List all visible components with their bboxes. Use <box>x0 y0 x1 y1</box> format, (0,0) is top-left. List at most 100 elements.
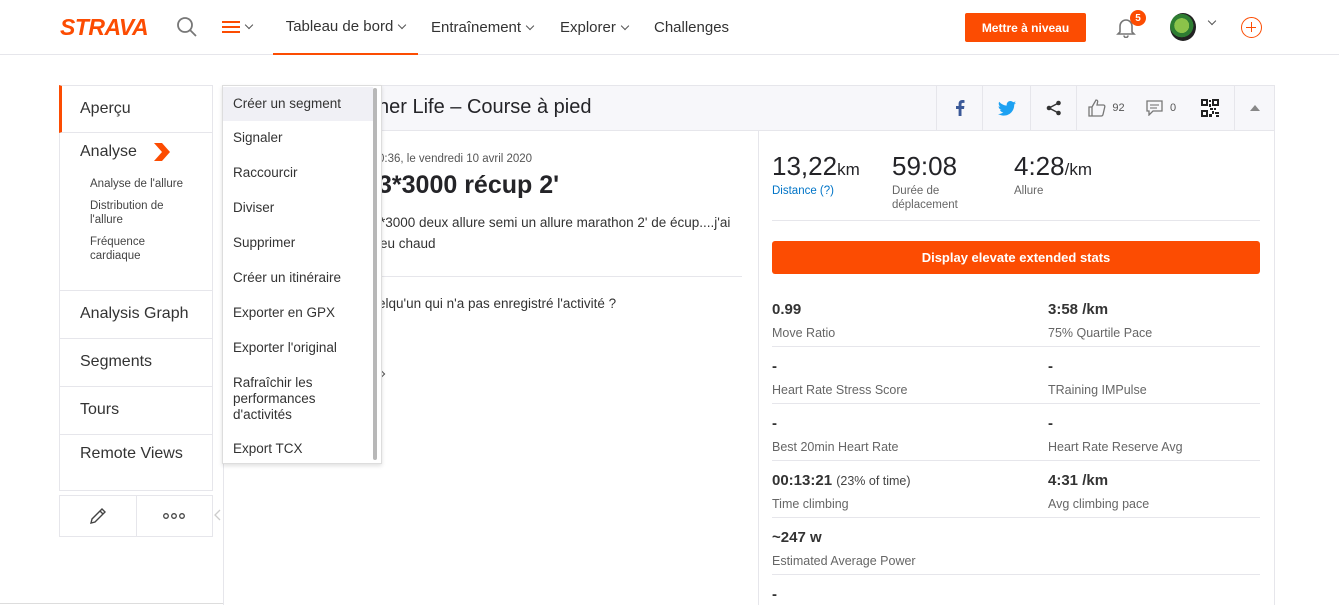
facebook-share-button[interactable] <box>936 86 982 130</box>
pace-value: 4:28 <box>1014 151 1065 181</box>
share-button[interactable] <box>1030 86 1076 130</box>
elevate-extended-stats-button[interactable]: Display elevate extended stats <box>772 241 1260 274</box>
chevron-down-icon <box>525 21 535 30</box>
ext-stats-row: - Heart Rate Stress Score - TRaining IMPul… <box>772 347 1260 404</box>
menu-item-export-tcx[interactable]: Export TCX <box>223 441 373 457</box>
chevron-down-icon <box>244 20 254 30</box>
chevron-down-icon[interactable] <box>1207 16 1217 26</box>
sidebar-item-remote-views[interactable]: Remote Views <box>59 435 213 491</box>
stat-distance: 13,22km Distance (?) <box>772 151 860 198</box>
climbing-pace-label: Avg climbing pace <box>1048 497 1150 511</box>
ext-stats-row: 00:13:21 (23% of time) Time climbing 4:31… <box>772 461 1260 518</box>
hamburger-icon <box>222 20 240 34</box>
nav-dashboard-label: Tableau de bord <box>285 18 394 35</box>
nav-training-label: Entraînement <box>431 19 522 36</box>
chevron-left-icon[interactable] <box>213 509 221 521</box>
best-20min-hr-value: - <box>772 415 777 432</box>
menu-item-export-original[interactable]: Exporter l'original <box>223 340 373 356</box>
menu-item-create-segment[interactable]: Créer un segment <box>223 87 373 121</box>
activity-name: 3*3000 récup 2' <box>378 171 560 199</box>
ext-stats-row: ~247 w Estimated Average Power <box>772 518 1260 575</box>
facebook-icon <box>955 100 964 116</box>
divider <box>772 220 1260 221</box>
chevron-right-icon <box>154 143 170 161</box>
move-ratio-label: Move Ratio <box>772 326 836 340</box>
upgrade-button[interactable]: Mettre à niveau <box>965 13 1086 42</box>
trimp-label: TRaining IMPulse <box>1048 383 1147 397</box>
sidebar-sub-heart-rate[interactable]: Fréquence cardiaque <box>90 235 190 263</box>
search-icon[interactable] <box>176 16 198 38</box>
add-plus-icon[interactable] <box>1241 17 1262 38</box>
twitter-share-button[interactable] <box>982 86 1030 130</box>
more-dots-icon <box>163 513 186 519</box>
sidebar-analysis-label: Analyse <box>80 143 137 160</box>
moving-time-label: Durée de déplacement <box>892 185 958 211</box>
sidebar-sub-pace-analysis[interactable]: Analyse de l'allure <box>90 177 192 191</box>
thumbs-up-icon <box>1088 99 1106 117</box>
activity-note: elqu'un qui n'a pas enregistré l'activit… <box>378 296 617 311</box>
ext-tail-value: - <box>772 586 777 603</box>
edit-button[interactable] <box>60 496 137 536</box>
sidebar-item-tours[interactable]: Tours <box>59 387 213 435</box>
actions-dropdown-menu: Créer un segment Signaler Raccourcir Div… <box>222 85 382 464</box>
quartile-pace-value: 3:58 /km <box>1048 301 1109 318</box>
activity-date: 0:36, le vendredi 10 avril 2020 <box>378 153 533 165</box>
chevron-down-icon <box>398 20 407 29</box>
qr-code-icon <box>1201 99 1219 117</box>
qr-code-button[interactable] <box>1186 86 1234 130</box>
comment-icon <box>1146 100 1163 116</box>
comments-count: 0 <box>1169 102 1177 114</box>
pace-label: Allure <box>1014 185 1044 197</box>
hr-reserve-label: Heart Rate Reserve Avg <box>1048 440 1183 454</box>
menu-item-split[interactable]: Diviser <box>223 200 373 216</box>
menu-item-create-route[interactable]: Créer un itinéraire <box>223 270 373 286</box>
climbing-pace-value: 4:31 /km <box>1048 472 1109 489</box>
hrss-label: Heart Rate Stress Score <box>772 383 908 397</box>
kudos-count: 92 <box>1112 102 1125 114</box>
sidebar-item-segments[interactable]: Segments <box>59 339 213 387</box>
divider <box>378 276 742 277</box>
distance-value: 13,22 <box>772 151 838 181</box>
more-actions-button[interactable] <box>137 496 213 536</box>
nav-dashboard[interactable]: Tableau de bord <box>273 0 418 55</box>
nav-explore[interactable]: Explorer <box>560 0 630 55</box>
time-climbing-percent: (23% of time) <box>836 474 911 488</box>
avatar[interactable] <box>1170 13 1196 41</box>
collapse-header-button[interactable] <box>1234 86 1274 130</box>
menu-item-delete[interactable]: Supprimer <box>223 235 373 251</box>
ext-stats-row: - Best 20min Heart Rate - Heart Rate Reser… <box>772 404 1260 461</box>
main-menu-toggle[interactable] <box>222 16 264 38</box>
menu-item-report[interactable]: Signaler <box>223 130 373 146</box>
menu-item-refresh-performances[interactable]: Rafraîchir les performances d'activités <box>223 375 343 423</box>
quartile-pace-label: 75% Quartile Pace <box>1048 326 1153 340</box>
nav-explore-label: Explorer <box>560 19 616 36</box>
nav-training[interactable]: Entraînement <box>431 0 535 55</box>
sidebar-item-overview[interactable]: Aperçu <box>59 85 213 133</box>
menu-item-export-gpx[interactable]: Exporter en GPX <box>223 305 373 321</box>
ext-stats-row: 0.99 Move Ratio 3:58 /km 75% Quartile Pace <box>772 290 1260 347</box>
time-climbing-label: Time climbing <box>772 497 849 511</box>
notification-badge: 5 <box>1130 10 1146 26</box>
avg-power-value: ~247 w <box>772 529 822 546</box>
nav-challenges-label: Challenges <box>654 19 730 36</box>
hr-reserve-value: - <box>1048 415 1053 432</box>
stat-moving-time: 59:08 Durée de déplacement <box>892 151 982 212</box>
dropdown-scrollbar[interactable] <box>373 88 377 460</box>
comments-button[interactable]: 0 <box>1136 86 1186 130</box>
distance-label[interactable]: Distance (?) <box>772 184 860 198</box>
strava-logo[interactable]: STRAVA <box>60 14 149 41</box>
twitter-icon <box>997 100 1016 116</box>
moving-time-value: 59:08 <box>892 151 958 181</box>
kudos-button[interactable]: 92 <box>1076 86 1136 130</box>
avg-power-label: Estimated Average Power <box>772 554 916 568</box>
pencil-icon <box>89 508 106 524</box>
extended-stats-grid: 0.99 Move Ratio 3:58 /km 75% Quartile Pace… <box>772 290 1260 575</box>
sidebar-item-analysis[interactable]: Analyse Analyse de l'allure Distribution… <box>59 133 213 291</box>
sidebar-item-analysis-graph[interactable]: Analysis Graph <box>59 291 213 339</box>
best-20min-hr-label: Best 20min Heart Rate <box>772 440 899 454</box>
sidebar-sub-pace-distribution[interactable]: Distribution de l'allure <box>90 199 190 227</box>
chevron-down-icon <box>620 21 630 30</box>
menu-item-crop[interactable]: Raccourcir <box>223 165 373 181</box>
sidebar-tools <box>59 495 213 537</box>
nav-challenges[interactable]: Challenges <box>654 0 729 55</box>
